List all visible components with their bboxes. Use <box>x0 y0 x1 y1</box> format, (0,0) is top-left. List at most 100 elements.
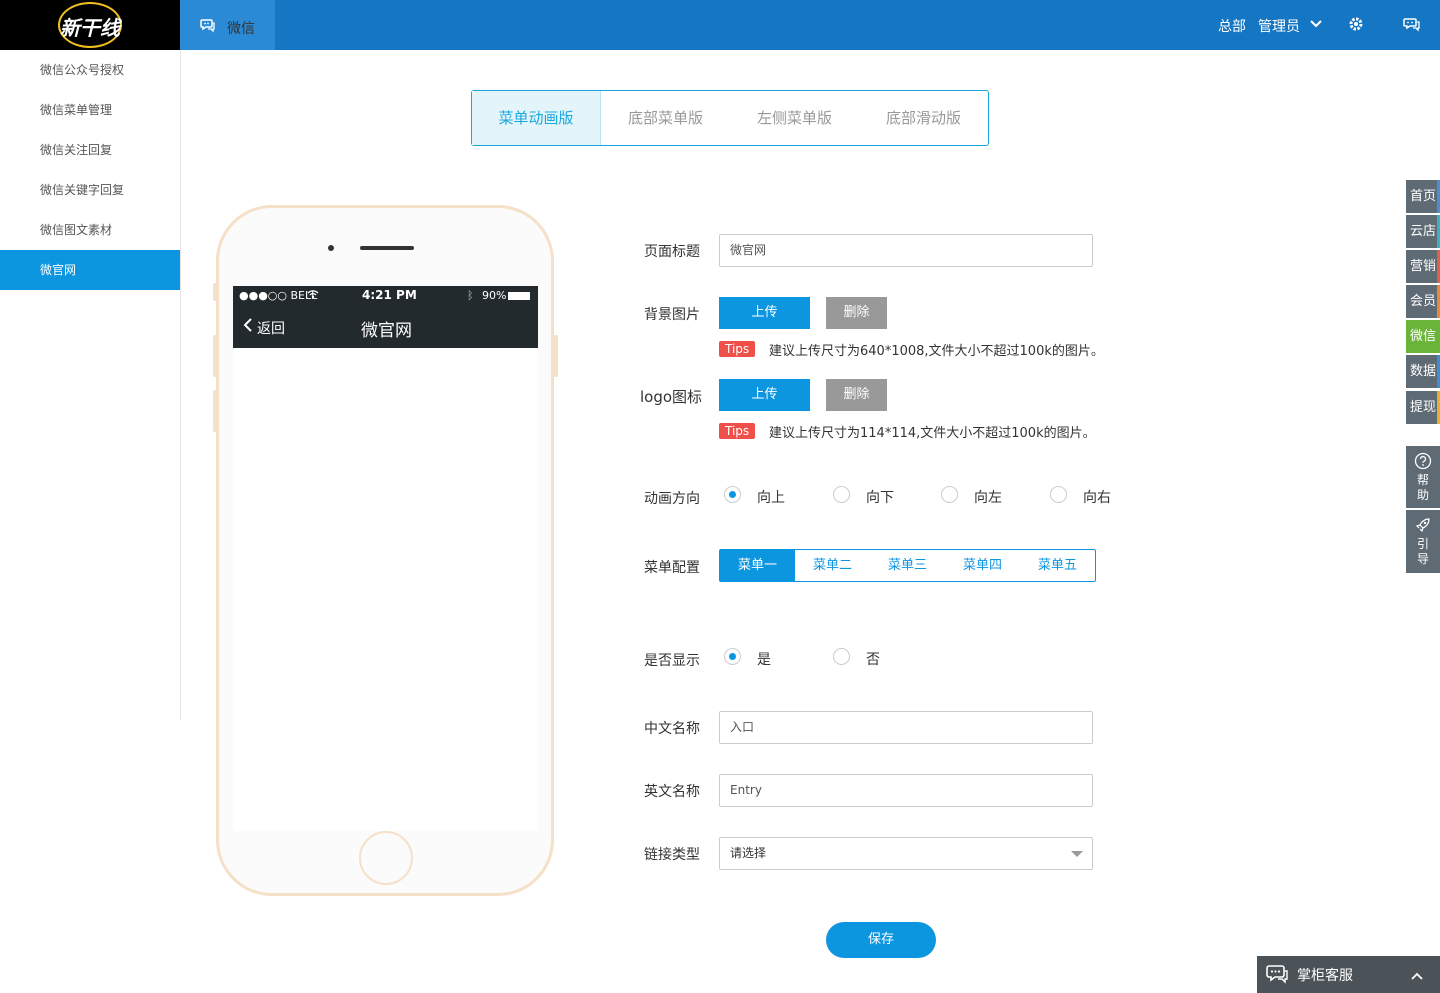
dock-item-home[interactable]: 首页 <box>1406 180 1440 213</box>
dock-item-data[interactable]: 数据 <box>1406 355 1440 388</box>
logo-tips-badge: Tips <box>719 423 756 439</box>
phone-nav-bar: 返回 微官网 <box>233 306 538 348</box>
battery-level: 90% <box>482 289 507 302</box>
menu-tab-4[interactable]: 菜单四 <box>945 550 1020 581</box>
page-title-input[interactable]: 微官网 <box>719 234 1093 267</box>
tab-menu-animation[interactable]: 菜单动画版 <box>472 91 601 145</box>
org-label[interactable]: 总部 <box>1218 16 1246 36</box>
wechat-icon <box>200 17 216 37</box>
chevron-up-icon[interactable] <box>1410 969 1424 985</box>
top-bar: 新干线 微信 总部 管理员 <box>0 0 1440 50</box>
sidebar-item-menu-manage[interactable]: 微信菜单管理 <box>0 90 180 130</box>
phone-title: 微官网 <box>361 321 412 341</box>
direction-right-radio[interactable] <box>1050 486 1067 503</box>
dock-item-label: 云店 <box>1409 224 1436 239</box>
phone-time: 4:21 PM <box>362 288 417 302</box>
dock-item-label: 首页 <box>1409 189 1436 204</box>
rocket-icon <box>1406 516 1440 537</box>
menu-tab-1[interactable]: 菜单一 <box>720 550 795 581</box>
dock-item-member[interactable]: 会员 <box>1406 285 1440 318</box>
phone-volume-down <box>213 390 218 432</box>
direction-up-radio[interactable] <box>724 486 741 503</box>
logo-icon-label: logo图标 <box>640 388 703 406</box>
top-tab-wechat[interactable]: 微信 <box>180 0 275 50</box>
menu-config-tabs: 菜单一 菜单二 菜单三 菜单四 菜单五 <box>719 549 1096 582</box>
menu-config-label: 菜单配置 <box>644 560 700 576</box>
background-tips-badge: Tips <box>719 341 756 357</box>
logo-delete-button[interactable]: 删除 <box>826 379 887 411</box>
dock-item-marketing[interactable]: 营销 <box>1406 250 1440 283</box>
visible-no-radio[interactable] <box>833 648 850 665</box>
link-type-label: 链接类型 <box>644 847 700 863</box>
dock-item-label: 数据 <box>1409 364 1436 379</box>
carrier-signal: ●●●○○ BELL <box>239 289 318 302</box>
dock-item-cloud-store[interactable]: 云店 <box>1406 215 1440 248</box>
dock-item-label: 提现 <box>1409 400 1436 415</box>
logo-upload-button[interactable]: 上传 <box>719 379 810 411</box>
visible-yes-label: 是 <box>757 652 771 668</box>
background-image-label: 背景图片 <box>644 307 700 323</box>
link-type-select[interactable]: 请选择 <box>719 837 1093 870</box>
direction-down-radio[interactable] <box>833 486 850 503</box>
bluetooth-icon: ᛒ <box>467 289 474 302</box>
menu-tab-2[interactable]: 菜单二 <box>795 550 870 581</box>
message-icon[interactable] <box>1403 16 1421 36</box>
menu-tab-3[interactable]: 菜单三 <box>870 550 945 581</box>
phone-mute-switch <box>213 283 218 301</box>
sidebar-item-account-auth[interactable]: 微信公众号授权 <box>0 50 180 90</box>
top-tab-label: 微信 <box>227 21 255 37</box>
page-title-label: 页面标题 <box>644 244 700 260</box>
sidebar-item-keyword-reply[interactable]: 微信关键字回复 <box>0 170 180 210</box>
guide-button[interactable]: 引导 <box>1406 510 1440 573</box>
sidebar: 微信公众号授权 微信菜单管理 微信关注回复 微信关键字回复 微信图文素材 微官网 <box>0 50 181 720</box>
english-name-input[interactable]: Entry <box>719 774 1093 807</box>
question-icon <box>1406 452 1440 473</box>
battery-icon <box>508 292 530 300</box>
chinese-name-input[interactable]: 入口 <box>719 711 1093 744</box>
direction-up-label: 向上 <box>757 490 785 506</box>
phone-volume-up <box>213 335 218 377</box>
visible-yes-radio[interactable] <box>724 648 741 665</box>
phone-back-label[interactable]: 返回 <box>257 318 285 338</box>
logo-tips-text: 建议上传尺寸为114*114,文件大小不超过100k的图片。 <box>769 426 1096 441</box>
phone-preview: ●●●○○ BELL 4:21 PM ᛒ 90% 返回 微官网 <box>216 205 554 896</box>
menu-tab-5[interactable]: 菜单五 <box>1020 550 1095 581</box>
customer-service-label: 掌柜客服 <box>1297 968 1353 984</box>
chevron-left-icon[interactable] <box>243 317 253 337</box>
dock-item-label: 营销 <box>1409 259 1436 274</box>
guide-label: 引导 <box>1416 537 1429 566</box>
phone-screen: ●●●○○ BELL 4:21 PM ᛒ 90% 返回 微官网 <box>233 286 538 831</box>
chinese-name-label: 中文名称 <box>644 721 700 737</box>
select-arrow-icon <box>1071 851 1083 857</box>
dock-item-wechat[interactable]: 微信 <box>1406 320 1440 353</box>
dock-item-label: 微信 <box>1409 329 1436 344</box>
chat-bubble-icon <box>1266 964 1290 988</box>
phone-speaker <box>360 246 414 250</box>
tab-bottom-menu[interactable]: 底部菜单版 <box>601 91 730 145</box>
animation-direction-label: 动画方向 <box>644 491 700 507</box>
phone-power-button <box>553 335 558 377</box>
tab-bottom-slide[interactable]: 底部滑动版 <box>859 91 988 145</box>
chevron-down-icon[interactable] <box>1309 17 1323 35</box>
dock-item-withdraw[interactable]: 提现 <box>1406 391 1440 424</box>
dock-item-label: 会员 <box>1409 294 1436 309</box>
phone-status-bar: ●●●○○ BELL 4:21 PM ᛒ 90% <box>233 286 538 306</box>
customer-service-bar[interactable]: 掌柜客服 <box>1257 956 1440 993</box>
sidebar-item-micro-site[interactable]: 微官网 <box>0 250 180 290</box>
logo-text: 新干线 <box>60 16 120 40</box>
phone-home-button <box>359 831 413 885</box>
sidebar-item-media[interactable]: 微信图文素材 <box>0 210 180 250</box>
gear-icon[interactable] <box>1348 16 1364 36</box>
background-upload-button[interactable]: 上传 <box>719 297 810 329</box>
tab-left-menu[interactable]: 左侧菜单版 <box>730 91 859 145</box>
help-button[interactable]: 帮助 <box>1406 446 1440 508</box>
direction-left-radio[interactable] <box>941 486 958 503</box>
save-button[interactable]: 保存 <box>826 922 936 958</box>
user-menu[interactable]: 管理员 <box>1258 16 1300 36</box>
brand-logo[interactable]: 新干线 <box>0 0 180 50</box>
background-delete-button[interactable]: 删除 <box>826 297 887 329</box>
direction-left-label: 向左 <box>974 490 1002 506</box>
sidebar-item-follow-reply[interactable]: 微信关注回复 <box>0 130 180 170</box>
visibility-label: 是否显示 <box>644 653 700 669</box>
template-version-tabs: 菜单动画版 底部菜单版 左侧菜单版 底部滑动版 <box>471 90 989 146</box>
